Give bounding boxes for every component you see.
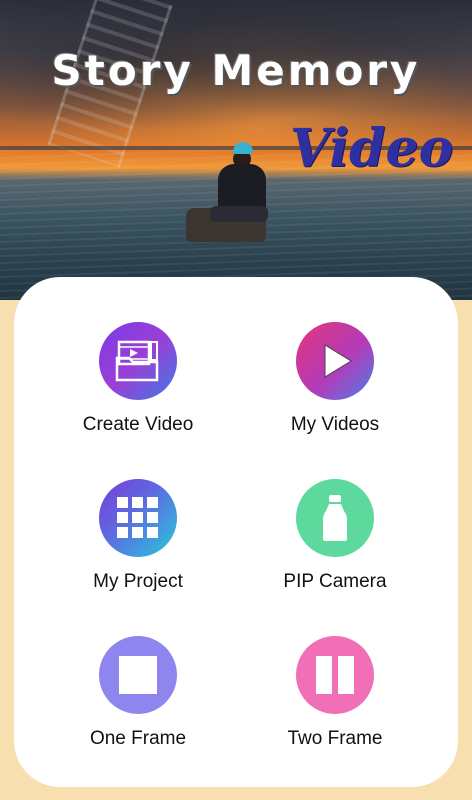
one-frame-button[interactable]: One Frame: [38, 636, 238, 776]
my-videos-button[interactable]: My Videos: [235, 322, 435, 462]
my-project-label: My Project: [93, 571, 183, 592]
create-video-label: Create Video: [82, 414, 194, 435]
person-silhouette: [200, 140, 270, 250]
two-frame-button[interactable]: Two Frame: [235, 636, 435, 776]
create-video-button[interactable]: Create Video: [38, 322, 238, 462]
app-title: Story Memory: [51, 46, 421, 95]
my-project-button[interactable]: My Project: [38, 479, 238, 619]
my-videos-label: My Videos: [290, 414, 380, 435]
film-folder-icon: [99, 322, 177, 400]
pip-camera-label: PIP Camera: [283, 571, 387, 592]
bottle-icon: [296, 479, 374, 557]
square-frame-icon: [99, 636, 177, 714]
one-frame-label: One Frame: [89, 728, 187, 749]
hero-banner: Story Memory Video: [0, 0, 472, 300]
grid-icon: [99, 479, 177, 557]
play-icon: [296, 322, 374, 400]
pip-camera-button[interactable]: PIP Camera: [235, 479, 435, 619]
app-subtitle: Video: [290, 118, 454, 179]
two-frame-label: Two Frame: [287, 728, 383, 749]
two-frame-icon: [296, 636, 374, 714]
